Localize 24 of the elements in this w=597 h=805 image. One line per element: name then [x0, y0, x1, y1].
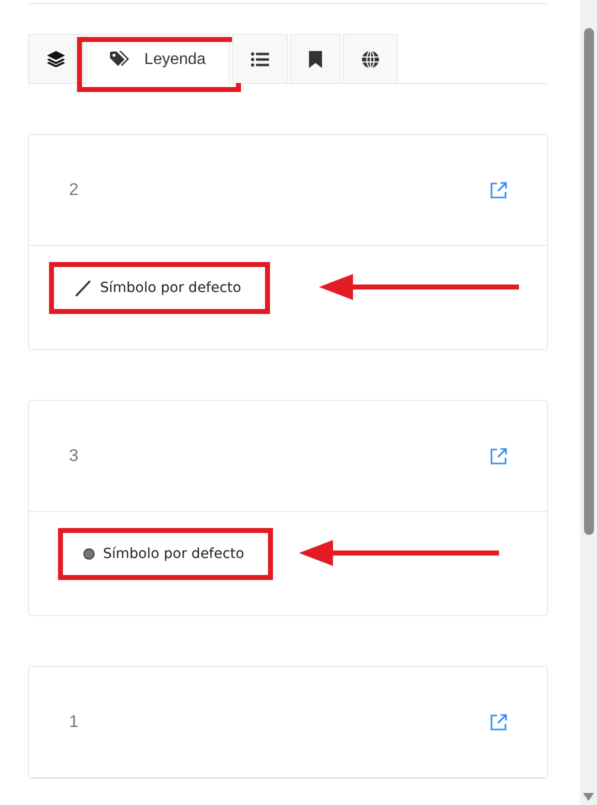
open-external-icon[interactable] [490, 714, 507, 730]
tab[interactable] [343, 34, 398, 83]
tab[interactable]: Leyenda [86, 34, 230, 84]
open-external-icon[interactable] [490, 182, 507, 198]
legend-label: Símbolo por defecto [100, 278, 242, 298]
globe-icon [362, 50, 379, 68]
layer-title: 1 [69, 711, 78, 734]
bookmark-icon [309, 50, 322, 68]
tags-icon [110, 51, 130, 68]
open-external-icon[interactable] [490, 448, 507, 464]
tab[interactable] [290, 34, 341, 83]
tab-label[interactable]: Leyenda [144, 48, 206, 72]
legend-label: Símbolo por defecto [103, 544, 244, 564]
list-icon [251, 52, 269, 66]
tab[interactable] [28, 34, 84, 83]
point-symbol-icon [83, 548, 95, 560]
tab[interactable] [232, 34, 288, 83]
layer-title: 2 [69, 179, 78, 202]
scrollbar[interactable] [580, 0, 597, 805]
scrollbar-thumb[interactable] [584, 28, 594, 535]
layers-icon [47, 51, 65, 67]
scroll-down-icon[interactable] [583, 793, 594, 801]
layer-title: 3 [69, 445, 78, 468]
line-symbol-icon [74, 279, 92, 297]
